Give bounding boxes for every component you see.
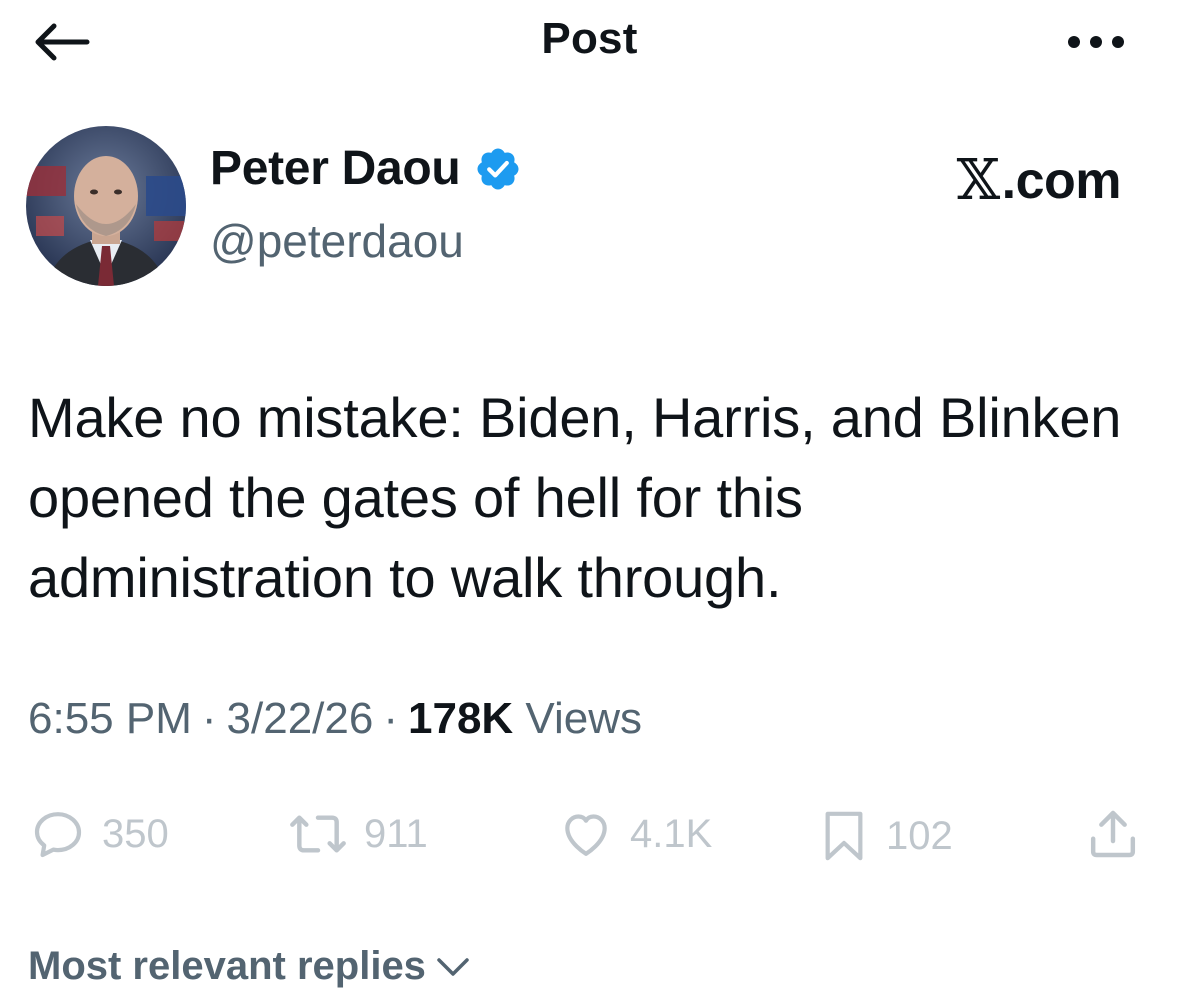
reply-button[interactable]: 350 (28, 806, 169, 862)
replies-sort-dropdown[interactable]: Most relevant replies (28, 944, 472, 989)
meta-separator: · (383, 694, 398, 743)
share-button[interactable] (1085, 806, 1141, 862)
avatar[interactable] (26, 126, 186, 286)
post-detail-screen: Post Peter Daou @peterdaou 𝕏 .com Make n… (0, 0, 1179, 1005)
page-title: Post (541, 14, 638, 63)
like-count: 4.1K (630, 811, 713, 856)
views-label: Views (525, 694, 642, 743)
repost-icon (290, 815, 346, 853)
repost-count: 911 (364, 811, 428, 856)
more-options-button[interactable] (1061, 24, 1131, 60)
verified-badge-icon (477, 148, 519, 190)
heart-icon (565, 814, 607, 856)
meta-separator: · (201, 694, 217, 743)
bookmark-button[interactable]: 102 (816, 806, 953, 866)
author-name-row[interactable]: Peter Daou (210, 145, 522, 193)
share-icon (1090, 810, 1136, 858)
views-count: 178K (408, 694, 514, 743)
chevron-down-icon (437, 957, 469, 976)
views-group[interactable]: 178K Views (408, 694, 642, 744)
more-horizontal-icon (1068, 36, 1124, 48)
post-time[interactable]: 6:55 PM (28, 694, 192, 744)
author-display-name: Peter Daou (210, 142, 461, 195)
action-bar: 350 911 4.1K 102 (28, 806, 1141, 870)
author-handle[interactable]: @peterdaou (210, 214, 464, 268)
reply-icon (34, 812, 82, 858)
brand-domain-text: .com (1001, 151, 1122, 210)
x-logo-watermark: 𝕏 .com (956, 148, 1122, 213)
post-meta: 6:55 PM · 3/22/26 · 178K Views (28, 694, 642, 744)
post-text: Make no mistake: Biden, Harris, and Blin… (28, 386, 1122, 609)
repost-button[interactable]: 911 (286, 806, 428, 862)
x-logo-icon: 𝕏 (956, 148, 1000, 213)
replies-sort-label: Most relevant replies (28, 944, 426, 988)
bookmark-count: 102 (886, 813, 953, 858)
reply-count: 350 (102, 811, 169, 856)
post-date[interactable]: 3/22/26 (227, 694, 374, 744)
bookmark-icon (825, 811, 863, 861)
like-button[interactable]: 4.1K (556, 806, 712, 862)
